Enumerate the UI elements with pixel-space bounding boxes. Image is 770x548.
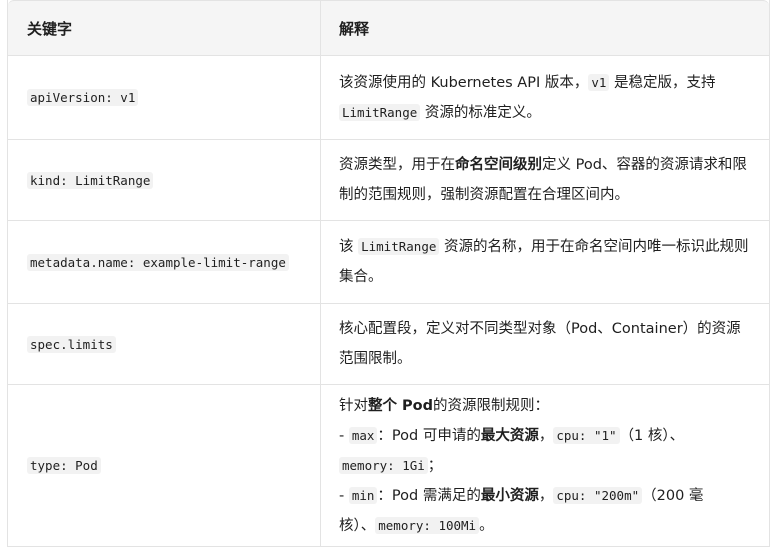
desc-segment: 核）、	[339, 517, 376, 534]
desc-segment: 资源的标准定义。	[420, 104, 541, 121]
inline-code: memory: 1Gi	[339, 456, 428, 474]
inline-code: cpu: "1"	[553, 426, 620, 444]
desc-segment: ：Pod 需满足的	[377, 487, 481, 504]
desc-segment: 的资源限制规则：	[433, 397, 550, 414]
desc-bold: 整个 Pod	[368, 397, 434, 414]
header-cell-key: 关键字	[8, 1, 321, 55]
desc-cell: 核心配置段，定义对不同类型对象（Pod、Container）的资源范围限制。	[321, 304, 769, 384]
desc-bold: 最小资源	[480, 487, 539, 504]
header-key-label: 关键字	[27, 19, 73, 38]
desc-segment: （200 毫	[642, 487, 704, 504]
key-cell: apiVersion: v1	[8, 56, 321, 139]
inline-code: memory: 100Mi	[375, 516, 480, 534]
inline-code: LimitRange	[339, 103, 421, 121]
desc-text: 针对整个 Pod的资源限制规则： - max ：Pod 可申请的最大资源， cpu:…	[339, 391, 751, 541]
desc-segment: 针对	[339, 397, 368, 414]
desc-segment: ，	[538, 487, 554, 504]
header-cell-desc: 解释	[321, 1, 769, 55]
desc-segment: -	[339, 427, 349, 444]
table-row: apiVersion: v1 该资源使用的 Kubernetes API 版本，…	[8, 56, 769, 140]
desc-segment: ：Pod 可申请的	[377, 427, 481, 444]
table-row: kind: LimitRange 资源类型，用于在命名空间级别定义 Pod、容器…	[8, 140, 769, 221]
key-code: type: Pod	[27, 457, 101, 474]
desc-text: 该 LimitRange 资源的名称，用于在命名空间内唯一标识此规则集合。	[339, 232, 751, 292]
table-row: metadata.name: example-limit-range 该 Lim…	[8, 221, 769, 304]
inline-code: min	[348, 486, 378, 504]
desc-segment: 资源类型，用于在	[339, 157, 455, 173]
desc-segment: 。	[479, 517, 494, 534]
key-cell: metadata.name: example-limit-range	[8, 221, 321, 303]
key-cell: type: Pod	[8, 385, 321, 546]
key-code: spec.limits	[27, 335, 116, 353]
key-code: apiVersion: v1	[27, 89, 139, 106]
desc-segment: 该资源使用的 Kubernetes API 版本，	[339, 74, 589, 91]
desc-segment: -	[339, 487, 349, 504]
desc-segment: ；	[427, 457, 443, 474]
key-code: kind: LimitRange	[27, 171, 154, 189]
desc-segment: （1 核）、	[619, 427, 685, 444]
key-cell: spec.limits	[8, 304, 321, 384]
inline-code: LimitRange	[358, 238, 440, 255]
inline-code: cpu: "200m"	[553, 486, 643, 504]
key-code: metadata.name: example-limit-range	[27, 253, 289, 271]
desc-text: 该资源使用的 Kubernetes API 版本， v1 是稳定版，支持 Limit…	[339, 68, 751, 128]
table-header-row: 关键字 解释	[8, 0, 769, 56]
key-cell: kind: LimitRange	[8, 140, 321, 220]
desc-segment: 是稳定版，支持	[609, 74, 716, 91]
header-desc-label: 解释	[339, 19, 370, 38]
desc-text: 资源类型，用于在命名空间级别定义 Pod、容器的资源请求和限制的范围规则，强制资…	[339, 150, 751, 210]
desc-cell: 针对整个 Pod的资源限制规则： - max ：Pod 可申请的最大资源， cpu:…	[321, 385, 769, 546]
desc-cell: 该 LimitRange 资源的名称，用于在命名空间内唯一标识此规则集合。	[321, 221, 769, 303]
desc-bold: 命名空间级别	[455, 157, 542, 173]
definition-table: 关键字 解释 apiVersion: v1 该资源使用的 Kubernetes …	[7, 0, 770, 547]
desc-bold: 最大资源	[480, 427, 539, 444]
inline-code: max	[348, 426, 378, 444]
inline-code: v1	[588, 73, 610, 91]
desc-cell: 资源类型，用于在命名空间级别定义 Pod、容器的资源请求和限制的范围规则，强制资…	[321, 140, 769, 220]
table-row: spec.limits 核心配置段，定义对不同类型对象（Pod、Containe…	[8, 304, 769, 385]
table-row: type: Pod 针对整个 Pod的资源限制规则： - max ：Pod 可申请…	[8, 385, 769, 547]
desc-segment: ，	[538, 427, 554, 444]
desc-text: 核心配置段，定义对不同类型对象（Pod、Container）的资源范围限制。	[339, 321, 741, 367]
desc-cell: 该资源使用的 Kubernetes API 版本， v1 是稳定版，支持 Limit…	[321, 56, 769, 139]
desc-segment: 该	[339, 239, 359, 255]
